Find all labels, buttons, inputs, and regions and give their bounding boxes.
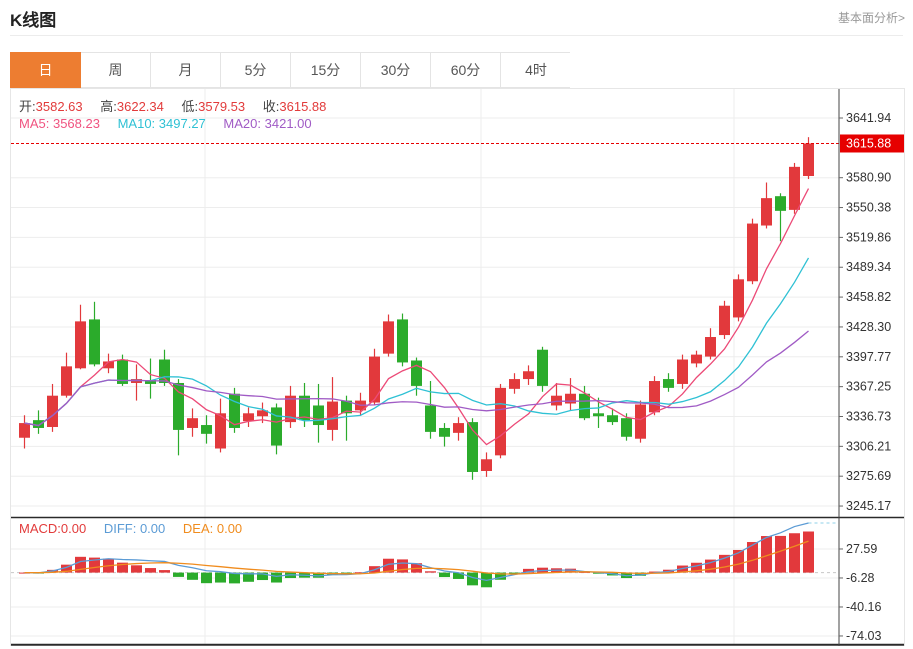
svg-text:3245.17: 3245.17: [846, 499, 891, 513]
svg-text:3458.82: 3458.82: [846, 290, 891, 304]
svg-text:3615.88: 3615.88: [846, 136, 891, 150]
ma10-label: MA10:: [118, 116, 156, 131]
low-label: 低:: [182, 99, 199, 114]
high-value: 3622.34: [117, 99, 164, 114]
ma20-label: MA20:: [223, 116, 261, 131]
svg-text:3275.69: 3275.69: [846, 469, 891, 483]
fundamental-analysis-link[interactable]: 基本面分析>: [838, 9, 905, 26]
svg-text:-40.16: -40.16: [846, 600, 881, 614]
svg-text:3489.34: 3489.34: [846, 260, 891, 274]
svg-text:-74.03: -74.03: [846, 629, 881, 643]
header-divider: [10, 35, 903, 36]
kline-widget: K线图 基本面分析> 日 周 月 5分 15分 30分 60分 4时 3641.…: [0, 0, 913, 649]
ma20-value: 3421.00: [265, 116, 312, 131]
dea-label: DEA:: [183, 521, 213, 536]
svg-text:3306.21: 3306.21: [846, 439, 891, 453]
svg-text:3397.77: 3397.77: [846, 350, 891, 364]
ma5-value: 3568.23: [53, 116, 100, 131]
kline-chart-canvas[interactable]: 3641.94 3580.90 3550.38 3519.86 3489.34 3458.…: [11, 89, 904, 646]
diff-value: 0.00: [140, 521, 165, 536]
macd-label: MACD:: [19, 521, 61, 536]
last-price-tag: 3615.88: [840, 134, 904, 152]
svg-text:27.59: 27.59: [846, 542, 877, 556]
svg-text:3519.86: 3519.86: [846, 230, 891, 244]
macd-value: 0.00: [61, 521, 86, 536]
svg-text:3580.90: 3580.90: [846, 171, 891, 185]
open-info: 开:3582.63: [19, 99, 83, 114]
dea-value: 0.00: [217, 521, 242, 536]
price-axis-labels: 3641.94 3580.90 3550.38 3519.86 3489.34 3458.…: [839, 111, 891, 513]
ma10-info: MA10: 3497.27: [118, 116, 206, 131]
ma10-line: [25, 258, 809, 426]
svg-text:3367.25: 3367.25: [846, 380, 891, 394]
tab-30min[interactable]: 30分: [361, 53, 431, 87]
svg-text:-6.28: -6.28: [846, 571, 875, 585]
svg-text:3428.30: 3428.30: [846, 320, 891, 334]
high-label: 高:: [100, 99, 117, 114]
page-title: K线图: [10, 6, 56, 31]
tab-15min[interactable]: 15分: [291, 53, 361, 87]
ma5-info: MA5: 3568.23: [19, 116, 100, 131]
diff-info: DIFF: 0.00: [104, 521, 165, 536]
tab-4hour[interactable]: 4时: [501, 53, 571, 87]
tab-5min[interactable]: 5分: [221, 53, 291, 87]
svg-text:3336.73: 3336.73: [846, 409, 891, 423]
tab-week[interactable]: 周: [81, 53, 151, 87]
ma-info-row: MA5: 3568.23 MA10: 3497.27 MA20: 3421.00: [19, 116, 326, 131]
tab-month[interactable]: 月: [151, 53, 221, 87]
ma10-value: 3497.27: [159, 116, 206, 131]
open-label: 开:: [19, 99, 36, 114]
tab-60min[interactable]: 60分: [431, 53, 501, 87]
chart-container: 3641.94 3580.90 3550.38 3519.86 3489.34 3458.…: [10, 88, 905, 646]
macd-info-row: MACD:0.00 DIFF: 0.00 DEA: 0.00: [19, 521, 256, 536]
ma20-info: MA20: 3421.00: [223, 116, 311, 131]
svg-text:3550.38: 3550.38: [846, 201, 891, 215]
high-info: 高:3622.34: [100, 99, 164, 114]
svg-text:3641.94: 3641.94: [846, 111, 891, 125]
macd-info: MACD:0.00: [19, 521, 86, 536]
open-value: 3582.63: [36, 99, 83, 114]
ohlc-info-row: 开:3582.63 高:3622.34 低:3579.53 收:3615.88: [19, 96, 340, 115]
ma5-label: MA5:: [19, 116, 49, 131]
diff-label: DIFF:: [104, 521, 137, 536]
low-info: 低:3579.53: [182, 99, 246, 114]
tab-day[interactable]: 日: [10, 52, 81, 88]
candles-layer: [19, 137, 814, 480]
interval-tabbar: 日 周 月 5分 15分 30分 60分 4时: [10, 52, 570, 88]
close-label: 收:: [263, 99, 280, 114]
close-info: 收:3615.88: [263, 99, 327, 114]
macd-axis-labels: 27.59 -6.28 -40.16 -74.03: [839, 542, 881, 643]
close-value: 3615.88: [279, 99, 326, 114]
low-value: 3579.53: [198, 99, 245, 114]
dea-info: DEA: 0.00: [183, 521, 242, 536]
